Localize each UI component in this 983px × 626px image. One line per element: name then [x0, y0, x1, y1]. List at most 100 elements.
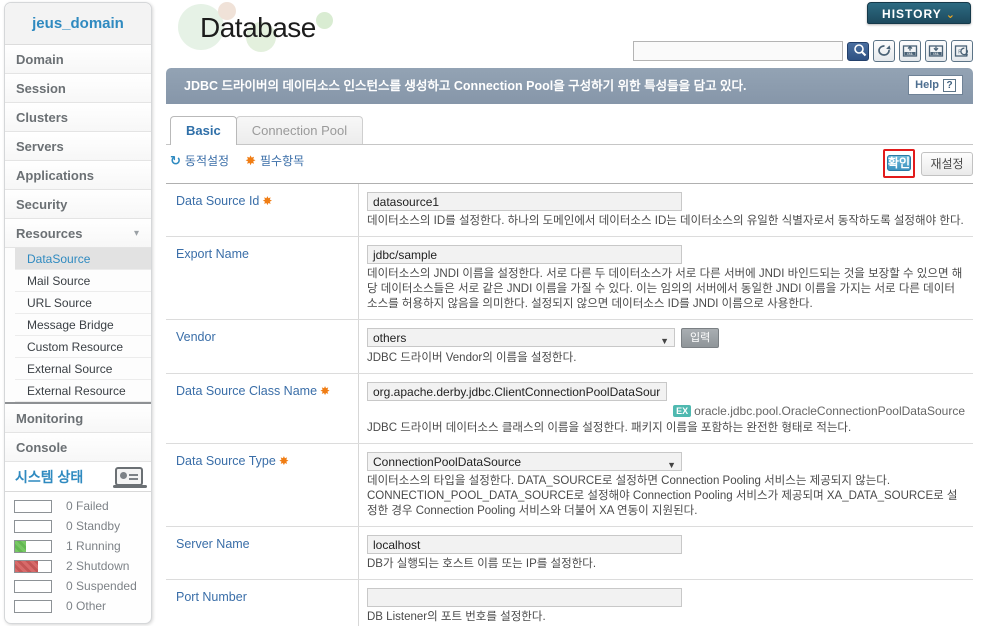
- main-content: Database HISTORY ⌄ XML XML R JDBC 드라이버의 …: [156, 0, 983, 626]
- info-banner-text: JDBC 드라이버의 데이터소스 인스턴스를 생성하고 Connection P…: [184, 79, 747, 93]
- form-row-port-number: Port Number DB Listener의 포트 번호를 설정한다.: [166, 580, 973, 626]
- field-control: ConnectionPoolDataSource ▼ 데이터소스의 타입을 설정…: [359, 444, 973, 526]
- asterisk-icon: ✸: [278, 454, 289, 468]
- field-description: 데이터소스의 ID를 설정한다. 하나의 도메인에서 데이터소스 ID는 데이터…: [367, 215, 964, 227]
- field-label: Data Source Type ✸: [166, 444, 359, 526]
- example-badge: EX: [673, 405, 692, 417]
- sidebar-item-resources[interactable]: Resources ▾: [5, 219, 151, 248]
- sidebar-item-clusters[interactable]: Clusters: [5, 103, 151, 132]
- sidebar-item-url-source[interactable]: URL Source: [15, 292, 151, 314]
- sidebar-item-servers[interactable]: Servers: [5, 132, 151, 161]
- status-bar: [14, 499, 52, 513]
- chevron-down-icon: ▼: [660, 336, 669, 346]
- status-row: 2 Shutdown: [5, 556, 151, 576]
- data-source-type-select[interactable]: ConnectionPoolDataSource ▼: [367, 452, 682, 471]
- status-row: 0 Standby: [5, 516, 151, 536]
- sidebar-item-external-source[interactable]: External Source: [15, 358, 151, 380]
- sidebar-item-label: Servers: [16, 139, 64, 154]
- form-row-data-source-type: Data Source Type ✸ ConnectionPoolDataSour…: [166, 444, 973, 527]
- action-buttons: 확인 재설정: [882, 149, 973, 178]
- server-name-input[interactable]: localhost: [367, 535, 682, 554]
- vendor-input-button[interactable]: 입력: [681, 328, 720, 348]
- sidebar-subitem-label: External Source: [27, 362, 113, 376]
- field-label-text: Data Source Id: [176, 194, 260, 208]
- question-mark-icon: ?: [943, 78, 956, 92]
- data-source-class-name-input[interactable]: org.apache.derby.jdbc.ClientConnectionPo…: [367, 382, 667, 401]
- settings-form: Data Source Id ✸ datasource1 데이터소스의 ID를 설…: [166, 183, 973, 626]
- refresh-icon: ↻: [170, 152, 181, 168]
- sidebar-item-security[interactable]: Security: [5, 190, 151, 219]
- sidebar-item-monitoring[interactable]: Monitoring: [5, 404, 151, 433]
- monitor-icon[interactable]: [113, 467, 147, 488]
- field-label-text: Export Name: [176, 247, 249, 261]
- field-description: DB Listener의 포트 번호를 설정한다.: [367, 611, 546, 623]
- field-control: localhost DB가 실행되는 호스트 이름 또는 IP를 설정한다.: [359, 527, 973, 579]
- port-number-input[interactable]: [367, 588, 682, 607]
- status-label: 0 Failed: [66, 499, 109, 513]
- data-source-type-value: ConnectionPoolDataSource: [373, 455, 522, 469]
- page-title: Database: [200, 12, 316, 43]
- sidebar-item-label: Domain: [16, 52, 64, 67]
- sidebar-subitem-label: Mail Source: [27, 274, 91, 288]
- sidebar-item-label: Console: [16, 440, 68, 455]
- field-label-text: Port Number: [176, 590, 247, 604]
- help-button-label: Help: [915, 78, 939, 91]
- sidebar-item-datasource[interactable]: DataSource: [15, 248, 151, 270]
- export-name-input[interactable]: jdbc/sample: [367, 245, 682, 264]
- search-input[interactable]: [633, 41, 843, 61]
- sidebar-item-label: Resources: [16, 226, 83, 241]
- sidebar-subitem-label: Custom Resource: [27, 340, 124, 354]
- form-row-export-name: Export Name jdbc/sample 데이터소스의 JNDI 이름을 …: [166, 237, 973, 320]
- history-button[interactable]: HISTORY ⌄: [867, 2, 971, 24]
- monitor-icon-line-1: [129, 474, 138, 476]
- confirm-button[interactable]: 확인: [886, 155, 911, 171]
- sidebar-item-label: Monitoring: [16, 411, 84, 426]
- field-label-text: Vendor: [176, 330, 216, 344]
- field-label-text: Server Name: [176, 537, 250, 551]
- field-control: DB Listener의 포트 번호를 설정한다.: [359, 580, 973, 626]
- vendor-select-value: others: [373, 331, 407, 345]
- xml-import-icon[interactable]: XML: [899, 40, 921, 62]
- field-label: Export Name: [166, 237, 359, 319]
- sidebar-item-message-bridge[interactable]: Message Bridge: [15, 314, 151, 336]
- status-label: 0 Other: [66, 599, 107, 613]
- help-button[interactable]: Help ?: [908, 75, 963, 95]
- data-source-id-input[interactable]: datasource1: [367, 192, 682, 211]
- xml-export-icon[interactable]: XML: [925, 40, 947, 62]
- legend-dynamic-setting: ↻ 동적설정: [170, 152, 229, 169]
- sidebar-subitem-label: External Resource: [27, 384, 126, 398]
- tab-basic[interactable]: Basic: [170, 116, 237, 145]
- tab-connection-pool[interactable]: Connection Pool: [235, 116, 364, 145]
- system-status-header: 시스템 상태: [5, 462, 151, 492]
- status-label: 0 Standby: [66, 519, 121, 533]
- sidebar-item-custom-resource[interactable]: Custom Resource: [15, 336, 151, 358]
- legend-required-field: ✸ 필수항목: [245, 152, 304, 169]
- reset-button[interactable]: 재설정: [921, 151, 973, 176]
- refresh-icon[interactable]: [873, 40, 895, 62]
- sidebar-item-label: Clusters: [16, 110, 69, 125]
- sidebar-item-label: Session: [16, 81, 66, 96]
- field-example: EX oracle.jdbc.pool.OracleConnectionPoolD…: [367, 404, 965, 418]
- form-row-data-source-id: Data Source Id ✸ datasource1 데이터소스의 ID를 설…: [166, 184, 973, 237]
- form-row-vendor: Vendor others ▼ 입력 JDBC 드라이버 Vendor의 이름을…: [166, 320, 973, 374]
- restore-icon[interactable]: R: [951, 40, 973, 62]
- sidebar-item-mail-source[interactable]: Mail Source: [15, 270, 151, 292]
- sidebar-item-console[interactable]: Console: [5, 433, 151, 462]
- sidebar-item-applications[interactable]: Applications: [5, 161, 151, 190]
- asterisk-icon: ✸: [320, 384, 331, 398]
- sidebar-subitem-label: URL Source: [27, 296, 92, 310]
- vendor-select[interactable]: others ▼: [367, 328, 675, 347]
- status-label: 0 Suspended: [66, 579, 137, 593]
- system-status-list: 0 Failed 0 Standby 1 Running 2 Shutdown: [5, 492, 151, 616]
- confirm-button-highlight: 확인: [882, 149, 915, 178]
- field-control: org.apache.derby.jdbc.ClientConnectionPo…: [359, 374, 973, 443]
- sidebar-item-domain[interactable]: Domain: [5, 45, 151, 74]
- svg-text:XML: XML: [907, 52, 914, 56]
- sidebar-item-session[interactable]: Session: [5, 74, 151, 103]
- field-label: Data Source Id ✸: [166, 184, 359, 236]
- status-row: 1 Running: [5, 536, 151, 556]
- sidebar-item-external-resource[interactable]: External Resource: [15, 380, 151, 402]
- search-icon[interactable]: [847, 41, 869, 61]
- sidebar-subitem-label: Message Bridge: [27, 318, 114, 332]
- field-description: JDBC 드라이버 데이터소스 클래스의 이름을 설정한다. 패키지 이름을 포…: [367, 422, 852, 434]
